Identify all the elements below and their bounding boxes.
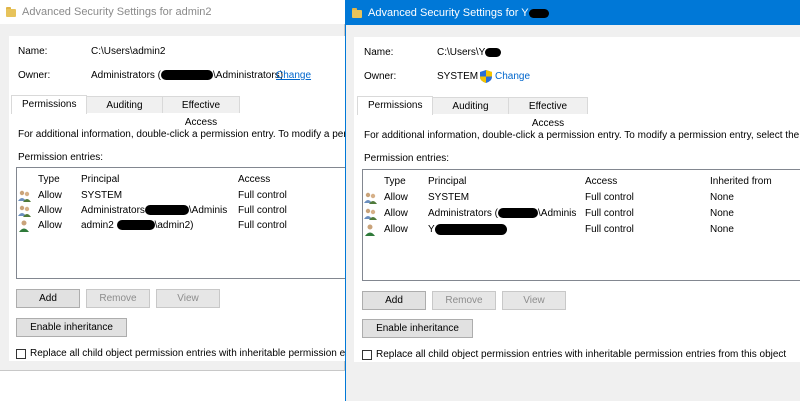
row-access: Full control xyxy=(238,220,287,231)
row-type: Allow xyxy=(384,192,408,203)
view-button[interactable]: View xyxy=(502,291,566,310)
row-type: Allow xyxy=(38,205,62,216)
permission-entries-list[interactable]: Type Principal Access Allow SYSTEM Full … xyxy=(16,167,345,279)
replace-child-label: Replace all child object permission entr… xyxy=(376,349,787,360)
row-principal: SYSTEM xyxy=(428,192,470,203)
redaction-mark xyxy=(144,205,189,216)
row-principal: SYSTEM xyxy=(81,190,123,201)
left-window-title: Advanced Security Settings for admin2 xyxy=(22,6,212,18)
change-owner-link[interactable]: Change xyxy=(495,71,530,82)
user-icon xyxy=(19,220,29,232)
right-tab-strip: Permissions Auditing Effective Access xyxy=(357,96,588,129)
table-row[interactable]: Allow Y Full control None xyxy=(363,222,800,238)
table-row[interactable]: Allow SYSTEM Full control xyxy=(17,188,345,204)
header-inherited-from[interactable]: Inherited from xyxy=(710,174,772,190)
redaction-mark xyxy=(528,8,549,18)
permission-entries-label: Permission entries: xyxy=(364,153,450,164)
left-security-window: Advanced Security Settings for admin2 Na… xyxy=(0,0,345,401)
right-window-title: Advanced Security Settings for Y xyxy=(368,7,549,19)
view-button[interactable]: View xyxy=(156,289,220,308)
redaction-mark xyxy=(434,223,507,235)
remove-button[interactable]: Remove xyxy=(432,291,496,310)
row-inherited-from: None xyxy=(710,224,734,235)
header-principal[interactable]: Principal xyxy=(428,174,466,190)
tab-effective-access[interactable]: Effective Access xyxy=(508,97,588,129)
header-access[interactable]: Access xyxy=(585,174,617,190)
row-principal: admin2 \admin2) xyxy=(81,220,194,231)
row-principal: Administrators \Adminis xyxy=(81,205,228,216)
uac-shield-icon xyxy=(480,70,492,83)
info-text: For additional information, double-click… xyxy=(364,130,800,141)
row-type: Allow xyxy=(38,190,62,201)
tab-permissions[interactable]: Permissions xyxy=(357,96,433,115)
permission-entries-label: Permission entries: xyxy=(18,152,104,163)
table-row[interactable]: Allow Administrators (\Adminis Full cont… xyxy=(363,206,800,222)
tab-permissions[interactable]: Permissions xyxy=(11,95,87,114)
header-access[interactable]: Access xyxy=(238,172,270,188)
group-icon xyxy=(18,205,31,217)
row-access: Full control xyxy=(585,224,634,235)
table-row[interactable]: Allow SYSTEM Full control None xyxy=(363,190,800,206)
replace-child-checkbox[interactable] xyxy=(362,350,372,360)
owner-value: Administrators (\Administrators) xyxy=(91,70,284,81)
owner-value: SYSTEM xyxy=(437,71,479,82)
group-icon xyxy=(364,192,377,204)
owner-label: Owner: xyxy=(18,70,51,81)
right-dialog-body: Name: C:\Users\Y Owner: SYSTEM Change Pe… xyxy=(346,25,800,401)
left-dialog-body: Name: C:\Users\admin2 Owner: Administrat… xyxy=(0,24,345,371)
row-type: Allow xyxy=(384,224,408,235)
header-type[interactable]: Type xyxy=(384,174,406,190)
group-icon xyxy=(364,208,377,220)
add-button[interactable]: Add xyxy=(16,289,80,308)
row-principal: Y xyxy=(428,222,581,238)
group-icon xyxy=(18,190,31,202)
user-icon xyxy=(365,224,375,236)
row-type: Allow xyxy=(384,208,408,219)
owner-label: Owner: xyxy=(364,71,397,82)
row-access: Full control xyxy=(238,205,287,216)
name-value: C:\Users\admin2 xyxy=(91,46,166,57)
change-owner-link[interactable]: Change xyxy=(276,70,311,81)
header-principal[interactable]: Principal xyxy=(81,172,119,188)
row-access: Full control xyxy=(585,192,634,203)
list-header: Type Principal Access xyxy=(17,172,345,188)
name-label: Name: xyxy=(364,47,394,58)
folder-icon xyxy=(352,7,362,19)
list-header: Type Principal Access Inherited from xyxy=(363,174,800,190)
name-label: Name: xyxy=(18,46,48,57)
add-button[interactable]: Add xyxy=(362,291,426,310)
permission-entries-list[interactable]: Type Principal Access Inherited from All… xyxy=(362,169,800,281)
right-security-window: Advanced Security Settings for Y Name: C… xyxy=(345,0,800,401)
row-inherited-from: None xyxy=(710,208,734,219)
right-title-bar[interactable]: Advanced Security Settings for Y xyxy=(346,1,800,25)
replace-child-checkbox[interactable] xyxy=(16,349,26,359)
row-access: Full control xyxy=(238,190,287,201)
tab-auditing[interactable]: Auditing xyxy=(86,96,163,113)
row-inherited-from: None xyxy=(710,192,734,203)
table-row[interactable]: Allow admin2 \admin2) Full control xyxy=(17,218,345,234)
redaction-mark xyxy=(161,70,214,81)
tab-auditing[interactable]: Auditing xyxy=(432,97,509,114)
enable-inheritance-button[interactable]: Enable inheritance xyxy=(16,318,127,337)
name-value: C:\Users\Y xyxy=(437,47,502,58)
info-text: For additional information, double-click… xyxy=(18,129,345,140)
redaction-mark xyxy=(116,220,155,231)
redaction-mark xyxy=(498,208,539,219)
table-row[interactable]: Allow Administrators \Adminis Full contro… xyxy=(17,203,345,219)
header-type[interactable]: Type xyxy=(38,172,60,188)
redaction-mark xyxy=(485,47,502,57)
row-type: Allow xyxy=(38,220,62,231)
row-principal: Administrators (\Adminis xyxy=(428,208,577,219)
left-title-bar[interactable]: Advanced Security Settings for admin2 xyxy=(0,0,345,24)
remove-button[interactable]: Remove xyxy=(86,289,150,308)
left-tab-strip: Permissions Auditing Effective Access xyxy=(11,95,240,128)
tab-effective-access[interactable]: Effective Access xyxy=(162,96,240,128)
enable-inheritance-button[interactable]: Enable inheritance xyxy=(362,319,473,338)
folder-icon xyxy=(6,6,16,18)
row-access: Full control xyxy=(585,208,634,219)
replace-child-label: Replace all child object permission entr… xyxy=(30,348,345,359)
